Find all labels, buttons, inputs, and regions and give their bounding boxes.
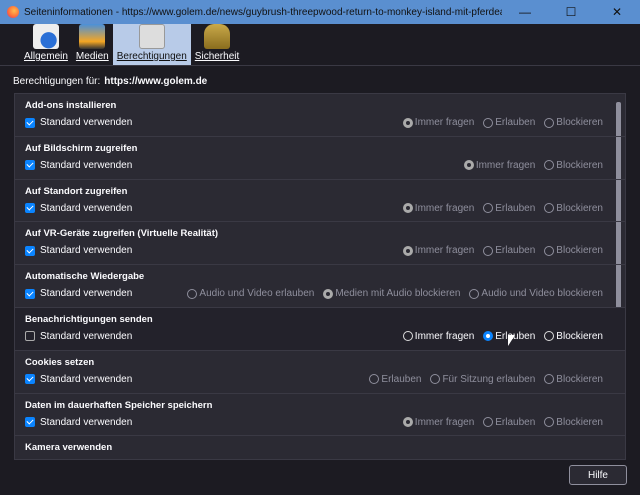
radio-icon — [483, 203, 494, 214]
permission-radio[interactable]: Erlauben — [483, 245, 535, 256]
permission-radio[interactable]: Immer fragen — [402, 203, 474, 214]
permission-radio[interactable]: Blockieren — [544, 160, 603, 171]
permission-title: Automatische Wiedergabe — [25, 271, 145, 283]
permission-title: Add-ons installieren — [25, 100, 117, 111]
permission-radio[interactable]: Immer fragen — [463, 160, 535, 171]
default-label: Standard verwenden — [40, 245, 133, 257]
radio-icon — [402, 117, 413, 128]
radio-icon — [369, 374, 380, 385]
permission-title: Benachrichtigungen senden — [25, 313, 153, 325]
permissions-list: Add-ons installieren Standard verwenden Im… — [14, 93, 626, 460]
default-checkbox[interactable] — [25, 331, 35, 342]
close-button[interactable]: ✕ — [594, 5, 640, 19]
help-button[interactable]: Hilfe — [569, 465, 627, 485]
tab-berechtigungen[interactable]: Berechtigungen — [112, 24, 191, 65]
radio-icon — [402, 245, 413, 256]
permission-row: Auf Standort zugreifen Standard verwenden… — [15, 180, 625, 223]
tab-bar: Allgemein Medien Berechtigungen Sicherhe… — [0, 24, 640, 66]
permission-title: Auf VR-Geräte zugreifen (Virtuelle Reali… — [25, 228, 219, 240]
info-icon — [32, 24, 59, 49]
radio-icon — [544, 117, 555, 128]
permission-row: Add-ons installieren Standard verwenden Im… — [15, 94, 625, 137]
permission-radio[interactable]: Für Sitzung erlauben — [430, 374, 535, 385]
lock-icon — [204, 24, 231, 49]
radio-icon — [483, 417, 494, 428]
radio-icon — [187, 288, 198, 299]
default-label: Standard verwenden — [40, 202, 133, 214]
radio-icon — [402, 203, 413, 214]
firefox-icon — [7, 6, 19, 18]
permission-radio[interactable]: Blockieren — [544, 331, 603, 342]
radio-icon — [430, 374, 441, 385]
permissions-icon — [138, 24, 165, 49]
permissions-for: Berechtigungen für: https://www.golem.de — [13, 76, 208, 87]
radio-icon — [544, 374, 555, 385]
permission-title: Auf Bildschirm zugreifen — [25, 142, 138, 154]
title-bar: Seiteninformationen - https://www.golem.… — [0, 0, 640, 24]
permission-row: Benachrichtigungen senden Standard verwen… — [15, 307, 625, 351]
permission-radio[interactable]: Blockieren — [544, 417, 603, 428]
radio-icon — [469, 288, 480, 299]
default-checkbox[interactable] — [25, 203, 35, 214]
mouse-cursor — [508, 335, 515, 346]
permission-radio[interactable]: Blockieren — [544, 203, 603, 214]
default-label: Standard verwenden — [40, 373, 133, 385]
default-label: Standard verwenden — [40, 159, 133, 171]
permission-radio[interactable]: Immer fragen — [402, 331, 474, 342]
radio-icon — [544, 160, 555, 171]
permission-radio[interactable]: Erlauben — [483, 417, 535, 428]
radio-icon — [402, 417, 413, 428]
radio-icon — [402, 331, 413, 342]
permission-radio[interactable]: Erlauben — [369, 374, 421, 385]
radio-icon — [483, 245, 494, 256]
default-checkbox[interactable] — [25, 117, 35, 128]
radio-icon — [463, 160, 474, 171]
permission-row: Cookies setzen Standard verwenden Erlauben… — [15, 351, 625, 394]
site-url: https://www.golem.de — [104, 76, 208, 87]
radio-icon — [544, 245, 555, 256]
permission-row: Kamera verwenden — [15, 436, 625, 459]
radio-icon — [544, 203, 555, 214]
permission-radio[interactable]: Blockieren — [544, 245, 603, 256]
default-label: Standard verwenden — [40, 117, 133, 128]
permission-radio[interactable]: Erlauben — [483, 203, 535, 214]
radio-icon — [483, 117, 494, 128]
default-checkbox[interactable] — [25, 288, 35, 299]
minimize-button[interactable]: — — [502, 5, 548, 19]
default-label: Standard verwenden — [40, 288, 133, 300]
default-label: Standard verwenden — [40, 330, 133, 342]
permission-row: Auf VR-Geräte zugreifen (Virtuelle Reali… — [15, 222, 625, 266]
permission-title: Auf Standort zugreifen — [25, 185, 128, 197]
default-checkbox[interactable] — [25, 160, 35, 171]
permission-row: Daten im dauerhaften Speicher speichern S… — [15, 394, 625, 437]
maximize-button[interactable]: ☐ — [548, 5, 594, 19]
permission-radio[interactable]: Immer fragen — [402, 245, 474, 256]
permission-radio[interactable]: Immer fragen — [402, 417, 474, 428]
media-icon — [79, 24, 106, 49]
default-checkbox[interactable] — [25, 245, 35, 256]
permission-title: Kamera verwenden — [25, 442, 113, 454]
radio-icon — [544, 331, 555, 342]
permission-radio[interactable]: Audio und Video blockieren — [469, 288, 603, 299]
radio-icon — [483, 331, 494, 342]
default-checkbox[interactable] — [25, 374, 35, 385]
permission-title: Cookies setzen — [25, 356, 95, 368]
tab-allgemein[interactable]: Allgemein — [20, 24, 72, 65]
permission-radio[interactable]: Medien mit Audio blockieren — [323, 288, 460, 299]
tab-medien[interactable]: Medien — [72, 24, 113, 65]
window-title: Seiteninformationen - https://www.golem.… — [24, 6, 502, 18]
permission-row: Automatische Wiedergabe Standard verwende… — [15, 265, 625, 308]
permission-radio[interactable]: Audio und Video erlauben — [187, 288, 314, 299]
tab-sicherheit[interactable]: Sicherheit — [191, 24, 243, 65]
permission-radio[interactable]: Erlauben — [483, 117, 535, 128]
radio-icon — [323, 288, 334, 299]
permission-row: Auf Bildschirm zugreifen Standard verwend… — [15, 137, 625, 180]
radio-icon — [544, 417, 555, 428]
default-label: Standard verwenden — [40, 416, 133, 428]
permission-title: Daten im dauerhaften Speicher speichern — [25, 399, 213, 411]
default-checkbox[interactable] — [25, 417, 35, 428]
permission-radio[interactable]: Blockieren — [544, 117, 603, 128]
permission-radio[interactable]: Blockieren — [544, 374, 603, 385]
permission-radio[interactable]: Immer fragen — [402, 117, 474, 128]
